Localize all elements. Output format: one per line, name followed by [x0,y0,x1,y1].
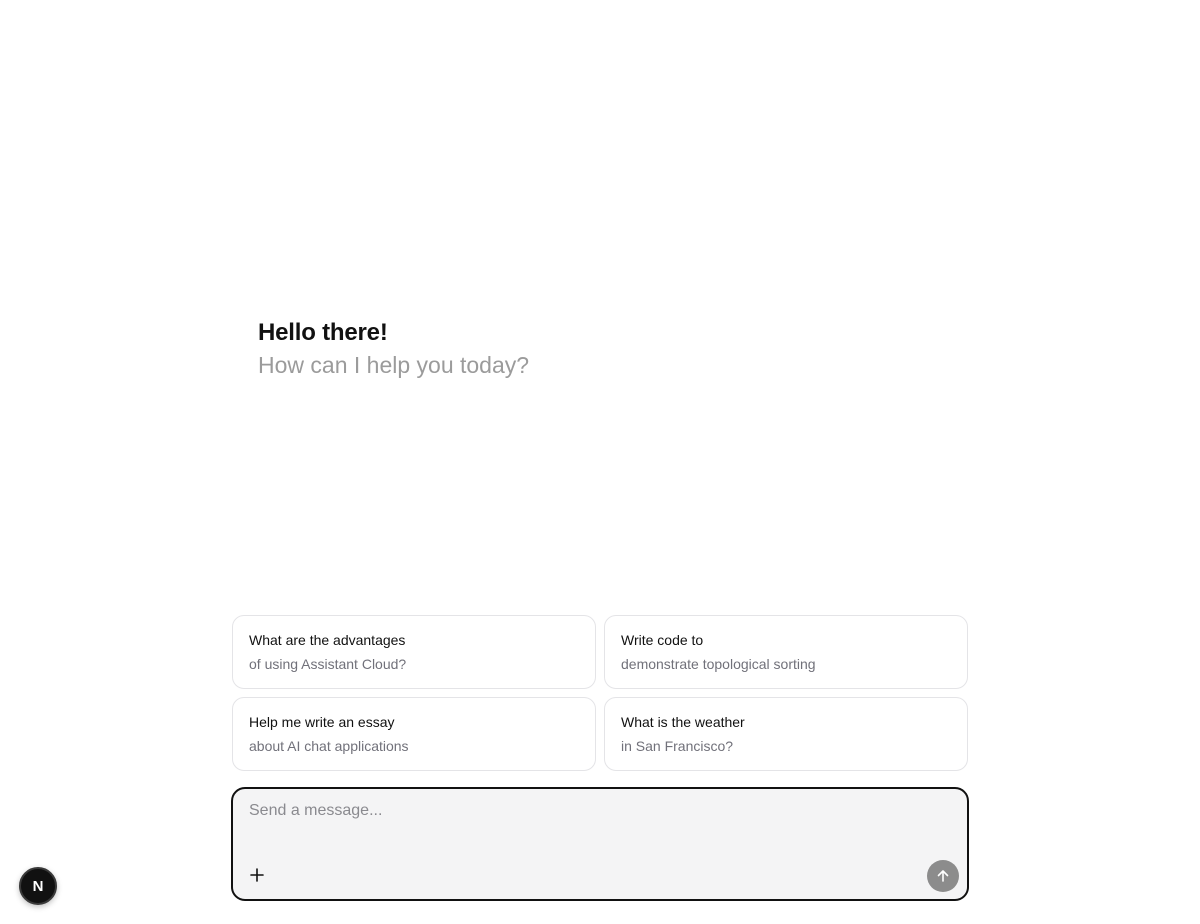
send-button[interactable] [927,860,959,892]
message-input[interactable] [249,799,939,823]
suggestion-card-essay[interactable]: Help me write an essay about AI chat app… [232,697,596,771]
suggestion-card-advantages[interactable]: What are the advantages of using Assista… [232,615,596,689]
badge-letter: N [32,877,44,895]
message-composer [231,787,969,901]
greeting-title: Hello there! [258,319,388,346]
suggestion-card-weather[interactable]: What is the weather in San Francisco? [604,697,968,771]
suggestion-subtitle: demonstrate topological sorting [621,656,816,672]
arrow-up-icon [937,870,949,882]
suggestion-subtitle: of using Assistant Cloud? [249,656,407,672]
suggestion-subtitle: in San Francisco? [621,738,734,754]
suggestion-grid: What are the advantages of using Assista… [232,615,968,771]
suggestion-card-topological-sort[interactable]: Write code to demonstrate topological so… [604,615,968,689]
suggestion-title: Write code to [621,632,704,648]
nextjs-logo-icon[interactable]: N [19,867,57,905]
chat-page: Hello there! How can I help you today? W… [0,0,1200,924]
suggestion-title: What is the weather [621,714,745,730]
suggestion-subtitle: about AI chat applications [249,738,409,754]
greeting-subtitle: How can I help you today? [258,352,530,378]
plus-icon [250,868,264,882]
greeting: Hello there! How can I help you today? [258,318,529,380]
suggestion-title: Help me write an essay [249,714,395,730]
attach-button[interactable] [245,863,269,887]
suggestion-title: What are the advantages [249,632,406,648]
